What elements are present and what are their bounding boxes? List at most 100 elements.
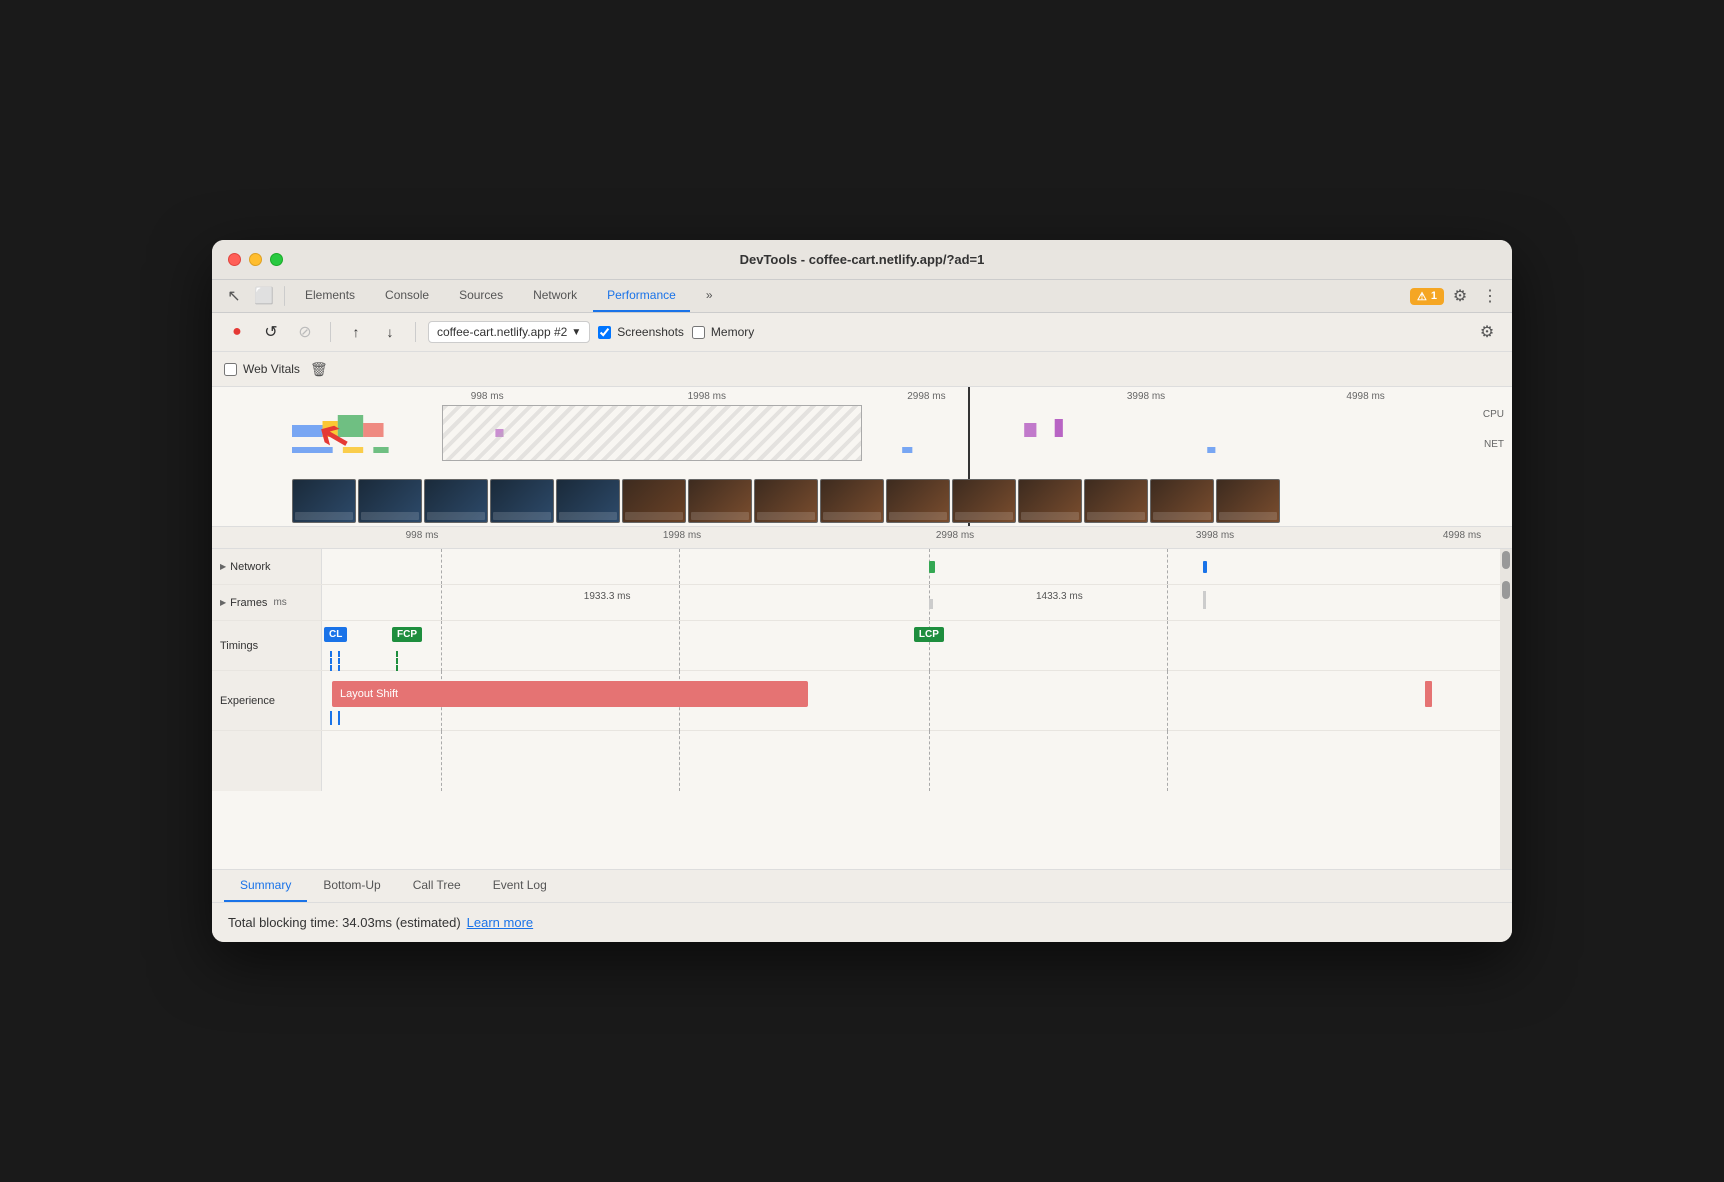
window-title: DevTools - coffee-cart.netlify.app/?ad=1 [740,252,985,267]
webvitals-checkbox-group: Web Vitals [224,362,300,376]
screenshot-thumb-8 [754,479,818,523]
ruler-tick-2: 1998 ms [688,391,726,402]
tab-performance[interactable]: Performance [593,280,690,312]
network-track-row: ▶ Network [212,549,1512,585]
screenshots-checkbox[interactable] [598,326,611,339]
screenshot-thumb-12 [1018,479,1082,523]
frames-track-row: ▶ Frames ms 1933.3 ms 1433.3 ms [212,585,1512,621]
screenshot-thumb-15 [1216,479,1280,523]
exp-dline-3 [929,671,930,731]
blocking-time-text: Total blocking time: 34.03ms (estimated) [228,915,461,930]
tab-console[interactable]: Console [371,280,443,312]
overview-timeline[interactable]: 998 ms 1998 ms 2998 ms 3998 ms 4998 ms C… [212,387,1512,527]
tab-elements[interactable]: Elements [291,280,369,312]
timings-track-content: CL FCP LCP [322,621,1512,671]
tab-sources[interactable]: Sources [445,280,517,312]
dashed-line-1 [441,549,442,584]
tab-call-tree[interactable]: Call Tree [397,870,477,902]
refresh-button[interactable]: ↺ [258,319,284,345]
notification-badge[interactable]: ⚠ 1 [1410,288,1444,305]
detail-ruler: 998 ms 1998 ms 2998 ms 3998 ms 4998 ms [212,527,1512,549]
webvitals-label: Web Vitals [243,362,300,376]
upload-button[interactable]: ↑ [343,319,369,345]
network-track-label[interactable]: ▶ Network [212,549,322,584]
frame-value-2: 1433.3 ms [1036,591,1083,602]
frame-bar-2 [1203,591,1206,609]
detail-ruler-3998: 3998 ms [1196,530,1234,541]
clear-button[interactable]: ⊘ [292,319,318,345]
dashed-line-4 [1167,549,1168,584]
record-button[interactable]: ● [224,319,250,345]
timing-fcp-badge: FCP [392,627,422,642]
scrollbar-track[interactable] [1500,549,1512,869]
notification-count: 1 [1431,290,1437,302]
fcp-dashed-line [396,651,398,671]
toolbar: ● ↺ ⊘ ↑ ↓ coffee-cart.netlify.app #2 ▼ S… [212,313,1512,352]
screenshot-thumb-9 [820,479,884,523]
device-icon[interactable]: ⬜ [250,282,278,310]
screenshot-thumb-6 [622,479,686,523]
bottom-content: Total blocking time: 34.03ms (estimated)… [212,903,1512,942]
exp-blue-mark-1 [330,711,332,725]
download-button[interactable]: ↓ [377,319,403,345]
tab-more[interactable]: » [692,280,727,312]
delete-recording-button[interactable]: 🗑 [308,358,330,380]
memory-checkbox[interactable] [692,326,705,339]
scrollbar-thumb-bottom[interactable] [1502,581,1510,599]
capture-settings-icon[interactable]: ⚙ [1474,319,1500,345]
screenshot-thumb-14 [1150,479,1214,523]
minimize-button[interactable] [249,253,262,266]
devtools-window: DevTools - coffee-cart.netlify.app/?ad=1… [212,240,1512,942]
frames-track-label[interactable]: ▶ Frames ms [212,585,322,620]
timing-cl-badge: CL [324,627,347,642]
webvitals-checkbox[interactable] [224,363,237,376]
cursor-icon[interactable]: ↖ [220,282,248,310]
profile-name: coffee-cart.netlify.app #2 [437,325,567,339]
timings-dline-2 [679,621,680,671]
settings-icon[interactable]: ⚙ [1446,282,1474,310]
frame-value-1: 1933.3 ms [584,591,631,602]
overview-ruler: 998 ms 1998 ms 2998 ms 3998 ms 4998 ms [292,387,1512,405]
empty-dline-1 [441,731,442,791]
detail-ruler-998: 998 ms [406,530,439,541]
profile-select[interactable]: coffee-cart.netlify.app #2 ▼ [428,321,590,343]
screenshot-thumb-4 [490,479,554,523]
empty-dline-4 [1167,731,1168,791]
webvitals-bar: Web Vitals 🗑 [212,352,1512,387]
empty-track-content [322,731,1512,791]
experience-track-row: Experience Layout Shift [212,671,1512,731]
exp-dline-4 [1167,671,1168,731]
learn-more-link[interactable]: Learn more [467,915,533,930]
cl-dashed-line-2 [338,651,340,671]
timings-track-row: Timings CL FCP LCP [212,621,1512,671]
network-track-name: Network [230,561,270,573]
close-button[interactable] [228,253,241,266]
detail-ruler-1998: 1998 ms [663,530,701,541]
screenshots-strip [292,477,1512,525]
detail-timeline: ▶ Network ▶ Frames ms [212,549,1512,869]
tab-network[interactable]: Network [519,280,591,312]
ruler-tick-5: 4998 ms [1346,391,1384,402]
title-bar: DevTools - coffee-cart.netlify.app/?ad=1 [212,240,1512,280]
maximize-button[interactable] [270,253,283,266]
timings-dline-1 [441,621,442,671]
selected-region[interactable] [442,405,862,461]
timings-track-label[interactable]: Timings [212,621,322,670]
scrollbar-thumb-top[interactable] [1502,551,1510,569]
frame-bar-1 [929,599,933,609]
memory-label: Memory [711,325,754,339]
experience-track-label[interactable]: Experience [212,671,322,730]
frames-dline-2 [679,585,680,620]
tab-event-log[interactable]: Event Log [477,870,563,902]
tab-summary[interactable]: Summary [224,870,307,902]
screenshot-thumb-10 [886,479,950,523]
detail-ruler-2998: 2998 ms [936,530,974,541]
screenshot-thumb-3 [424,479,488,523]
empty-track-row [212,731,1512,791]
screenshot-thumb-11 [952,479,1016,523]
more-icon[interactable]: ⋮ [1476,282,1504,310]
layout-shift-label: Layout Shift [340,688,398,700]
frames-track-content: 1933.3 ms 1433.3 ms [322,585,1512,620]
tab-bottom-up[interactable]: Bottom-Up [307,870,396,902]
screenshot-thumb-5 [556,479,620,523]
